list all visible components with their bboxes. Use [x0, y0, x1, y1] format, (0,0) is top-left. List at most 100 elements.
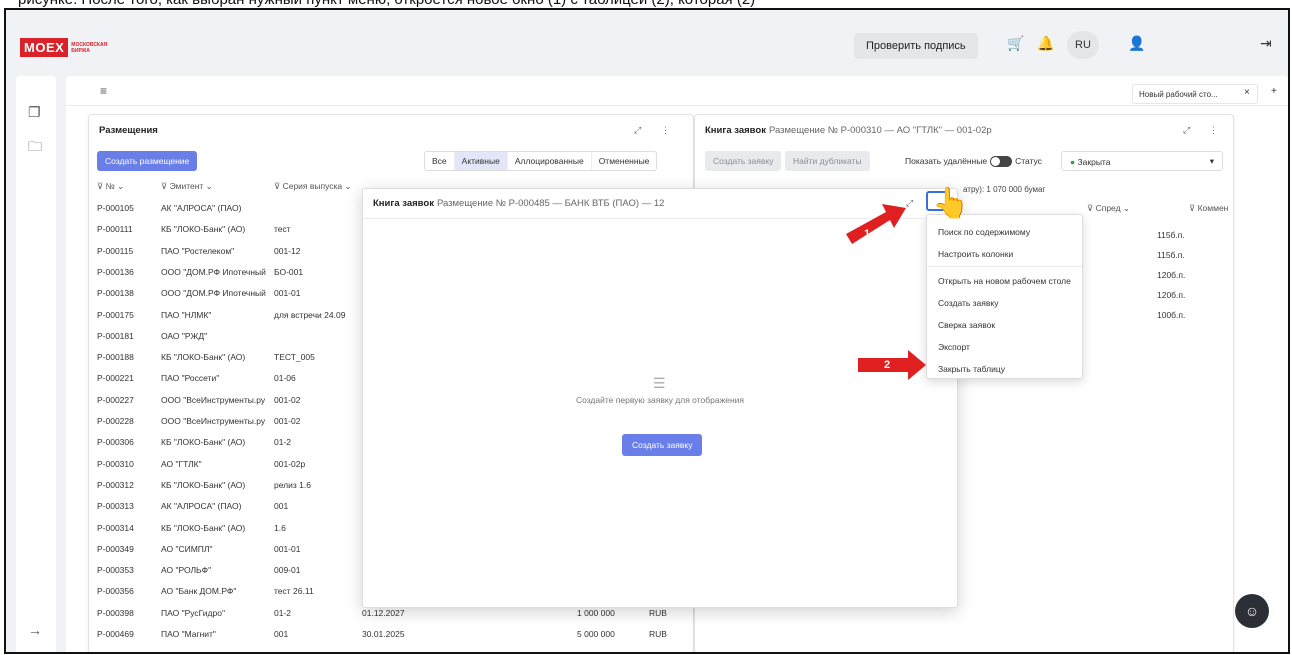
- desktop-icon[interactable]: ❐: [28, 104, 41, 121]
- cell-issuer: ПАО "Ростелеком": [161, 245, 235, 256]
- menu-item-create-order[interactable]: Создать заявку: [938, 298, 998, 308]
- check-signature-button[interactable]: Проверить подпись: [854, 33, 978, 59]
- annotation-marker-2: 2: [884, 359, 891, 371]
- cell-series: 009-01: [274, 565, 301, 576]
- cell-number: P-000314: [97, 522, 134, 533]
- menu-item-export[interactable]: Экспорт: [938, 342, 970, 352]
- cell-issuer: ОАО "РЖД": [161, 330, 208, 341]
- tab-new-desktop[interactable]: Новый рабочий сто...: [1132, 84, 1258, 104]
- filter-cancelled[interactable]: Отмененные: [592, 152, 657, 170]
- cell-issuer: АО "РОЛЬФ": [161, 565, 212, 576]
- find-duplicates-button[interactable]: Найти дубликаты: [785, 151, 870, 171]
- cell-issuer: ООО "ДОМ.РФ Ипотечный: [161, 288, 266, 299]
- annotation-arrow-1: [846, 204, 906, 244]
- left-rail: ❐ 🗀 →: [16, 76, 56, 652]
- language-switch[interactable]: RU: [1067, 31, 1099, 59]
- logo-subtitle: МОСКОВСКАЯ БИРЖА: [71, 41, 108, 54]
- cell-series: 01-06: [274, 373, 296, 384]
- menu-item-open-new-desktop[interactable]: Открыть на новом рабочем столе: [938, 276, 1071, 286]
- cell-issuer: АК "АЛРОСА" (ПАО): [161, 501, 242, 512]
- hand-pointer-icon: 👆: [932, 187, 970, 220]
- more-icon[interactable]: ⋮: [1209, 125, 1218, 136]
- cell-issuer: АО "ГТЛК": [161, 458, 202, 469]
- workspace-toolbar: ≡ Новый рабочий сто... × +: [66, 76, 1288, 106]
- empty-state-text: Создайте первую заявку для отображения: [575, 395, 745, 405]
- annotation-marker-1: 1: [864, 228, 871, 240]
- orderbook-title: Книга заявок Размещение № P-000310 — АО "…: [705, 125, 992, 136]
- cell-number: P-000310: [97, 458, 134, 469]
- cell-series: 1.6: [274, 522, 286, 533]
- cell-issuer: КБ "ЛОКО-Банк" (АО): [161, 479, 246, 490]
- user-icon[interactable]: 👤: [1128, 35, 1145, 52]
- cell-date: 30.01.2025: [362, 629, 405, 639]
- filter-active[interactable]: Активные: [454, 152, 508, 170]
- cell-issuer: ООО "ВсеИнструменты.ру: [161, 394, 266, 405]
- cell-number: P-000306: [97, 437, 134, 448]
- menu-item-close-table[interactable]: Закрыть таблицу: [938, 364, 1005, 374]
- cart-icon[interactable]: 🛒: [1007, 35, 1024, 52]
- cell-series: тест: [274, 224, 291, 235]
- menu-item-reconcile-orders[interactable]: Сверка заявок: [938, 320, 995, 330]
- cell-number: P-000227: [97, 394, 134, 405]
- menu-item-configure-columns[interactable]: Настроить колонки: [938, 249, 1013, 259]
- column-issuer[interactable]: ⊽ Эмитент ⌄: [161, 181, 213, 192]
- cell-series: 001-01: [274, 543, 301, 554]
- cell-series: 001-02р: [274, 458, 306, 469]
- column-comment[interactable]: ⊽ Коммен: [1189, 203, 1228, 214]
- cell-amount: 1 000 000: [577, 607, 615, 618]
- show-deleted-toggle[interactable]: Показать удалённые Статус: [905, 156, 1042, 168]
- close-icon[interactable]: ×: [1244, 87, 1250, 98]
- filter-all[interactable]: Все: [425, 152, 455, 170]
- menu-item-search[interactable]: Поиск по содержимому: [938, 227, 1030, 237]
- cell-issuer: ПАО "Магнит": [161, 629, 216, 639]
- bell-icon[interactable]: 🔔: [1037, 35, 1054, 52]
- cell-number: P-000181: [97, 330, 134, 341]
- column-number[interactable]: ⊽ № ⌄: [97, 181, 124, 192]
- table-row[interactable]: P-000469 ПАО "Магнит" 001 30.01.2025 5 000 0…: [97, 625, 687, 645]
- cell-issuer: АК "АЛРОСА" (ПАО): [161, 203, 242, 213]
- create-order-button[interactable]: Создать заявку: [705, 151, 782, 171]
- moex-logo[interactable]: MOEX МОСКОВСКАЯ БИРЖА: [20, 38, 111, 57]
- app-header: MOEX МОСКОВСКАЯ БИРЖА Проверить подпись …: [6, 10, 1288, 68]
- filter-allocated[interactable]: Аллоцированные: [508, 152, 592, 170]
- create-order-button[interactable]: Создать заявку: [622, 434, 703, 456]
- add-tab-icon[interactable]: +: [1271, 86, 1277, 97]
- cell-series: 01-2: [274, 607, 292, 618]
- cell-series: релиз 1.6: [274, 479, 311, 490]
- more-icon[interactable]: ⋮: [661, 125, 670, 136]
- cell-issuer: КБ "ЛОКО-Банк" (АО): [161, 437, 246, 448]
- create-placement-button[interactable]: Создать размещение: [97, 151, 198, 171]
- cell-series: 01-2: [274, 437, 292, 448]
- expand-arrow-icon[interactable]: →: [28, 622, 42, 638]
- column-series[interactable]: ⊽ Серия выпуска ⌄: [274, 181, 352, 192]
- cell-issuer: ООО "ВсеИнструменты.ру: [161, 416, 266, 426]
- empty-list-icon: ☰: [653, 375, 666, 391]
- cell-series: 001-02: [274, 416, 301, 426]
- refresh-icon[interactable]: ⤢: [1183, 125, 1190, 136]
- refresh-icon[interactable]: ⤢: [634, 125, 641, 136]
- cell-date: 01.12.2027: [362, 607, 405, 618]
- status-select[interactable]: ● Закрыта ▾: [1061, 151, 1223, 171]
- folder-icon[interactable]: 🗀: [28, 136, 42, 160]
- toggle-switch[interactable]: [990, 156, 1013, 168]
- cell-series: 001-01: [274, 288, 301, 299]
- column-spread[interactable]: ⊽ Спред ⌄: [1087, 203, 1130, 214]
- cell-number: P-000228: [97, 416, 134, 426]
- cell-series: 001: [274, 501, 289, 512]
- cell-issuer: КБ "ЛОКО-Банк" (АО): [161, 352, 246, 363]
- cell-series: 001-12: [274, 245, 301, 256]
- cell-series: тест 26.11: [274, 586, 314, 597]
- cell-issuer: КБ "ЛОКО-Банк" (АО): [161, 224, 246, 235]
- cell-issuer: ПАО "РусГидро": [161, 607, 225, 618]
- support-chat-button[interactable]: ☺: [1235, 594, 1269, 628]
- menu-icon[interactable]: ≡: [100, 84, 107, 98]
- cell-issuer: ПАО "НЛМК": [161, 309, 212, 320]
- cell-series: 001-02: [274, 394, 301, 405]
- logout-icon[interactable]: ⇥: [1260, 35, 1272, 52]
- cell-series: ТЕСТ_005: [274, 352, 315, 363]
- cell-number: P-000353: [97, 565, 134, 576]
- status-filter: Все Активные Аллоцированные Отмененные: [424, 151, 658, 171]
- orders-summary: атру): 1 070 000 бумаг: [963, 185, 1046, 194]
- app-frame: MOEX МОСКОВСКАЯ БИРЖА Проверить подпись …: [4, 8, 1290, 654]
- annotation-arrow-2: [858, 350, 926, 380]
